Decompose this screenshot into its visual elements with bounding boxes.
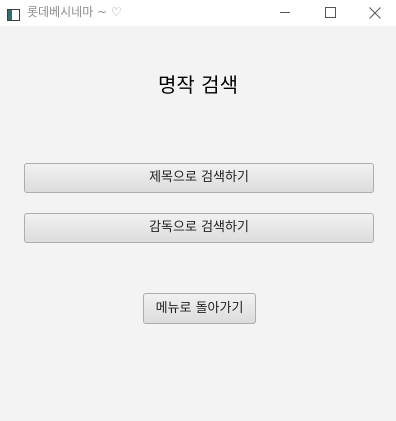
title-bar[interactable]: 롯데베시네마 ~ ♡	[0, 0, 396, 26]
minimize-icon	[280, 12, 290, 13]
minimize-button[interactable]	[262, 0, 308, 26]
close-button[interactable]	[352, 0, 396, 26]
main-panel: 명작 검색 제목으로 검색하기 감독으로 검색하기 메뉴로 돌아가기	[0, 26, 396, 421]
close-icon	[369, 7, 381, 19]
back-to-menu-button[interactable]: 메뉴로 돌아가기	[143, 293, 256, 324]
search-by-title-button[interactable]: 제목으로 검색하기	[24, 163, 374, 193]
maximize-icon	[325, 7, 336, 18]
search-by-director-button[interactable]: 감독으로 검색하기	[24, 213, 374, 243]
page-title: 명작 검색	[158, 73, 238, 97]
app-window-icon	[7, 6, 20, 21]
window-title: 롯데베시네마 ~ ♡	[27, 5, 122, 19]
app-window: 롯데베시네마 ~ ♡ 명작 검색 제목으로 검색하기 감독으로 검색하기 메뉴로…	[0, 0, 396, 421]
maximize-button[interactable]	[307, 0, 353, 26]
